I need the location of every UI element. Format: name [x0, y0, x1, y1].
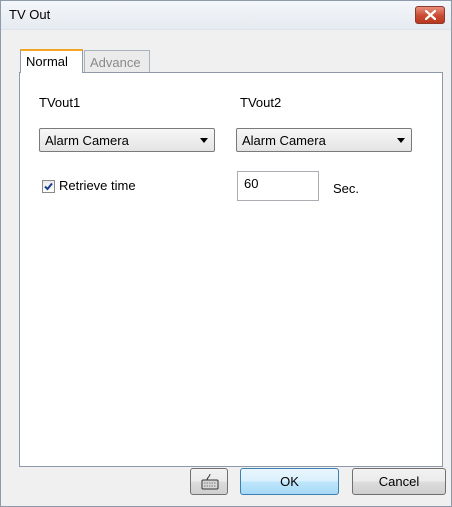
tvout2-label: TVout2 — [240, 95, 282, 110]
ok-button-label: OK — [280, 474, 299, 489]
tvout1-label: TVout1 — [39, 95, 81, 110]
tvout2-selected-value: Alarm Camera — [242, 133, 326, 148]
close-icon — [425, 10, 436, 20]
retrieve-time-label: Retrieve time — [59, 178, 136, 193]
dialog-client-area: Normal Advance TVout1 TVout2 Alarm Camer… — [1, 30, 451, 506]
tab-normal[interactable]: Normal — [20, 49, 83, 73]
ok-button[interactable]: OK — [240, 468, 339, 495]
chevron-down-icon — [397, 138, 405, 143]
tv-out-dialog: TV Out Normal Advance TVout1 TVout2 Alar… — [0, 0, 452, 507]
seconds-unit-label: Sec. — [333, 181, 360, 196]
keyboard-icon — [201, 473, 219, 490]
tvout1-dropdown[interactable]: Alarm Camera — [39, 128, 215, 152]
cancel-button-label: Cancel — [378, 474, 420, 489]
chevron-down-icon — [200, 138, 208, 143]
retrieve-time-checkbox[interactable] — [42, 180, 55, 193]
tab-advance[interactable]: Advance — [84, 50, 150, 72]
cancel-button[interactable]: Cancel — [352, 468, 446, 495]
tvout2-dropdown[interactable]: Alarm Camera — [236, 128, 412, 152]
title-bar: TV Out — [1, 1, 451, 30]
tab-panel-normal: TVout1 TVout2 Alarm Camera Alarm Camera — [19, 72, 443, 467]
window-title: TV Out — [9, 7, 51, 22]
close-button[interactable] — [415, 6, 445, 24]
checkmark-icon — [44, 182, 53, 191]
retrieve-time-value: 60 — [244, 176, 259, 191]
keyboard-button[interactable] — [190, 468, 228, 495]
tvout1-selected-value: Alarm Camera — [45, 133, 129, 148]
retrieve-time-input[interactable]: 60 — [237, 171, 319, 201]
